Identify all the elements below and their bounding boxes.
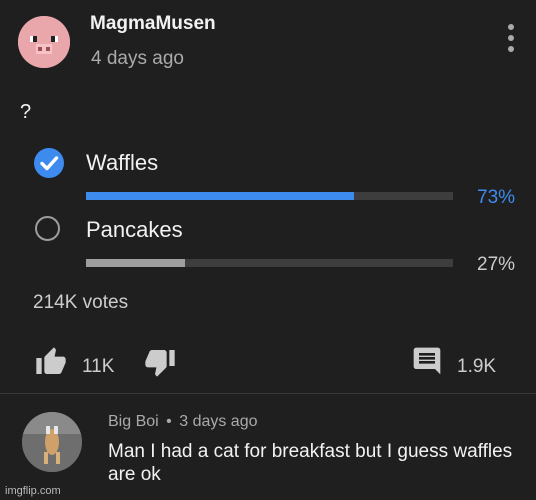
divider: [0, 393, 536, 394]
thumb-up-icon: [36, 347, 66, 374]
poll-option-label[interactable]: Waffles: [86, 150, 158, 176]
more-vert-icon: [500, 24, 522, 52]
poll-option-percent: 27%: [477, 254, 516, 275]
poll-option-bar: [86, 259, 453, 267]
more-options-button[interactable]: [500, 24, 522, 56]
poll-question: ?: [20, 101, 32, 123]
like-count: 11K: [82, 356, 115, 377]
poll-vote-count: 214K votes: [33, 292, 129, 313]
poll-option-label[interactable]: Pancakes: [86, 217, 183, 243]
poll-option-bar: [86, 192, 453, 200]
comment-meta: Big Boi • 3 days ago: [108, 413, 258, 431]
comment-icon: [413, 347, 441, 375]
comment-author[interactable]: Big Boi: [108, 413, 159, 430]
poll-option-pancakes-selector[interactable]: [35, 216, 60, 241]
commenter-avatar[interactable]: [22, 412, 82, 472]
poll-option-bar-fill: [86, 192, 354, 200]
author-avatar[interactable]: [18, 16, 70, 68]
poll-option-waffles-selector[interactable]: [34, 148, 64, 178]
dislike-button[interactable]: [143, 346, 177, 383]
thumb-down-icon: [145, 350, 175, 377]
comment-text: Man I had a cat for breakfast but I gues…: [108, 441, 513, 485]
cat-photo-avatar: [22, 412, 82, 472]
like-button[interactable]: [34, 346, 68, 383]
check-circle-icon: [40, 156, 59, 171]
poll-option-bar-fill: [86, 259, 186, 267]
watermark: imgflip.com: [5, 485, 61, 497]
post-time: 4 days ago: [91, 48, 184, 69]
meta-separator: •: [166, 413, 172, 430]
comment-time: 3 days ago: [179, 413, 258, 430]
poll-option-percent: 73%: [477, 187, 516, 208]
comment-count: 1.9K: [457, 356, 497, 377]
post-author[interactable]: MagmaMusen: [90, 13, 216, 35]
pig-avatar-icon: [18, 16, 70, 68]
comment-button[interactable]: [411, 345, 443, 382]
